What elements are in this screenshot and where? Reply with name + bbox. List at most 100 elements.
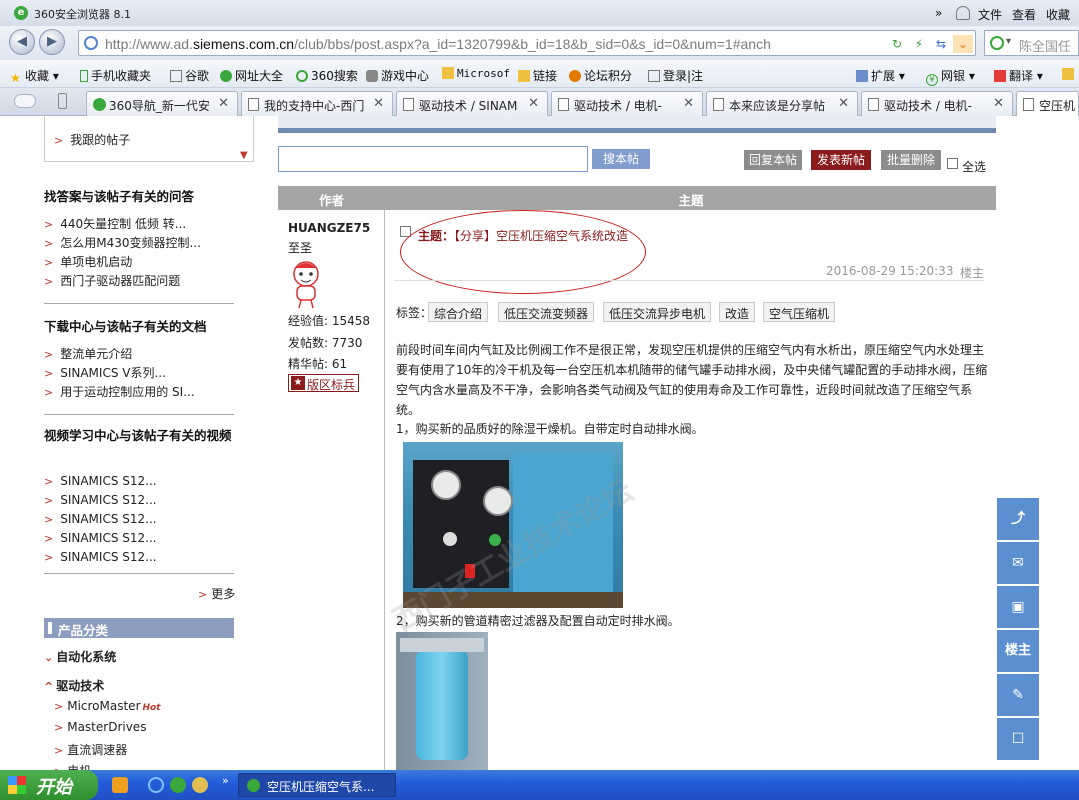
fav-collect[interactable]: ★ 收藏 ▾ [10, 67, 59, 85]
reply-button[interactable]: 回复本帖 [744, 150, 802, 170]
close-icon[interactable]: ✕ [838, 96, 849, 111]
tab-support-center[interactable]: 我的支持中心-西门 ✕ [241, 91, 393, 116]
tag-item[interactable]: 综合介绍 [428, 302, 489, 322]
tag-item[interactable]: 低压交流变频器 [498, 302, 595, 322]
refresh-icon[interactable]: ↻ [887, 35, 907, 53]
search-engine-dropdown-icon[interactable]: ▾ [1006, 36, 1011, 47]
search-post-button[interactable]: 搜本帖 [592, 149, 650, 169]
fav-microsoft[interactable]: Microsof [442, 67, 510, 80]
download-item[interactable]: > 用于运动控制应用的 SI... [44, 383, 195, 400]
tab-drive-sinamics[interactable]: 驱动技术 / SINAM ✕ [396, 91, 548, 116]
post-body: 主题：【分享】空压机压缩空气系统改造 2016-08-29 15:20:33 楼… [386, 210, 996, 770]
category-drive[interactable]: ^ 驱动技术 [44, 677, 104, 694]
chevron-more-icon[interactable]: » [935, 6, 942, 20]
chat-icon[interactable]: ☐ [997, 718, 1039, 760]
my-followed-posts-link[interactable]: > 我跟的帖子 [54, 131, 130, 148]
cloud-icon[interactable] [14, 94, 36, 108]
start-button[interactable]: 开始 [0, 770, 98, 800]
download-item[interactable]: > 整流单元介绍 [44, 345, 132, 362]
fav-points[interactable]: 论坛积分 [569, 67, 632, 84]
taskbar-window-item[interactable]: 空压机压缩空气系... [238, 773, 396, 797]
search-post-input[interactable] [278, 146, 588, 172]
mail-icon[interactable]: ✉ [997, 542, 1039, 584]
netbank-button[interactable]: ¥ 网银 ▾ [926, 67, 975, 86]
more-link[interactable]: > 更多 [198, 585, 235, 602]
extensions-button[interactable]: 扩展 ▾ [856, 67, 905, 84]
tab-share-post[interactable]: 本来应该是分享帖 ✕ [706, 91, 858, 116]
video-item[interactable]: > SINAMICS S12... [44, 531, 157, 545]
qa-item[interactable]: > 怎么用M430变频器控制... [44, 234, 201, 251]
compat-switch-icon[interactable]: ⇆ [931, 35, 951, 53]
fav-360search[interactable]: 360搜索 [296, 67, 358, 84]
fav-google[interactable]: 谷歌 [170, 67, 209, 84]
video-item[interactable]: > SINAMICS S12... [44, 493, 157, 507]
more-fav-icon[interactable] [1062, 67, 1077, 81]
menu-file[interactable]: 文件 [978, 6, 1002, 23]
qa-item[interactable]: > 单项电机启动 [44, 253, 132, 270]
edit-icon[interactable]: ✎ [997, 674, 1039, 716]
author-name[interactable]: HUANGZE75 [288, 221, 370, 235]
video-item[interactable]: > SINAMICS S12... [44, 512, 157, 526]
page-content: > 我跟的帖子 ▼ 找答案与该帖子有关的问答 >440矢量控制 低频 转... >… [0, 116, 1079, 770]
share-icon[interactable]: ⤴ [997, 498, 1039, 540]
select-all-checkbox[interactable] [947, 158, 958, 169]
highlight-ellipse [400, 210, 646, 294]
app-icon[interactable] [192, 777, 208, 793]
drive-item-motor[interactable]: >电机 [54, 762, 91, 770]
qrcode-icon[interactable]: ▣ [997, 586, 1039, 628]
browser360-icon[interactable] [170, 777, 186, 793]
download-item[interactable]: > SINAMICS V系列... [44, 364, 166, 381]
ie-icon[interactable] [148, 777, 164, 793]
new-post-button[interactable]: 发表新帖 [811, 150, 871, 170]
video-item[interactable]: > SINAMICS S12... [44, 550, 157, 564]
search-box[interactable]: ▾ 陈全国任 [984, 30, 1079, 56]
taskbar-more-icon[interactable]: » [222, 774, 229, 787]
star-icon: ★ [291, 376, 305, 390]
user-icon[interactable] [956, 6, 970, 20]
url-text[interactable]: http://www.ad.siemens.com.cn/club/bbs/po… [105, 36, 771, 52]
qa-item[interactable]: >440矢量控制 低频 转... [44, 215, 186, 232]
close-icon[interactable]: ✕ [993, 96, 1004, 111]
tab-drive-motor-1[interactable]: 驱动技术 / 电机- ✕ [551, 91, 703, 116]
tab-drive-motor-2[interactable]: 驱动技术 / 电机- ✕ [861, 91, 1013, 116]
tag-item[interactable]: 空气压缩机 [763, 302, 836, 322]
floor-owner-button[interactable]: 楼主 [997, 630, 1039, 672]
back-button[interactable]: ◀ [9, 29, 35, 55]
browser-logo-icon: e [14, 6, 28, 20]
avatar[interactable] [288, 258, 324, 310]
batch-delete-button[interactable]: 批量删除 [881, 150, 941, 170]
fav-mobile[interactable]: 手机收藏夹 [80, 67, 151, 84]
drive-item-dc[interactable]: > 直流调速器 [54, 741, 127, 758]
menu-favorites[interactable]: 收藏 [1046, 6, 1070, 23]
tab-bar: 360导航_新一代安 ✕ 我的支持中心-西门 ✕ 驱动技术 / SINAM ✕ 驱动技… [0, 88, 1079, 116]
menu-view[interactable]: 查看 [1012, 6, 1036, 23]
video-item[interactable]: > SINAMICS S12... [44, 474, 157, 488]
forward-button[interactable]: ▶ [39, 29, 65, 55]
close-icon[interactable]: ✕ [528, 96, 539, 111]
qa-item[interactable]: > 西门子驱动器匹配问题 [44, 272, 180, 289]
close-icon[interactable]: ✕ [373, 96, 384, 111]
fav-games[interactable]: 游戏中心 [366, 67, 429, 84]
mobile-icon[interactable] [58, 93, 67, 109]
tag-item[interactable]: 低压交流异步电机 [603, 302, 712, 322]
drive-item-micromaster[interactable]: > MicroMaster Hot [54, 699, 161, 713]
category-automation[interactable]: ⌄ 自动化系统 [44, 648, 116, 665]
close-icon[interactable]: ✕ [683, 96, 694, 111]
url-bar[interactable]: http://www.ad.siemens.com.cn/club/bbs/po… [78, 30, 976, 56]
drive-item-masterdrives[interactable]: > MasterDrives [54, 720, 146, 734]
fav-sites[interactable]: 网址大全 [220, 67, 283, 84]
tag-item[interactable]: 改造 [719, 302, 756, 322]
divider [394, 280, 984, 281]
close-icon[interactable]: ✕ [218, 96, 229, 111]
divider [44, 414, 234, 415]
fav-login[interactable]: 登录|注 [648, 67, 703, 84]
tab-air-compressor[interactable]: 空压机 [1016, 91, 1079, 116]
quicklaunch-icon[interactable] [112, 777, 128, 793]
fav-links[interactable]: 链接 [518, 67, 557, 84]
expand-arrow-icon[interactable]: ▼ [240, 150, 248, 161]
favorites-bar: ★ 收藏 ▾ 手机收藏夹 谷歌 网址大全 360搜索 游戏中心 Microsof … [0, 60, 1079, 88]
translate-button[interactable]: 翻译 ▾ [994, 67, 1043, 84]
tab-360nav[interactable]: 360导航_新一代安 ✕ [86, 91, 238, 116]
dropdown-icon[interactable]: ⌄ [953, 35, 973, 53]
speed-icon[interactable]: ⚡ [909, 35, 929, 53]
